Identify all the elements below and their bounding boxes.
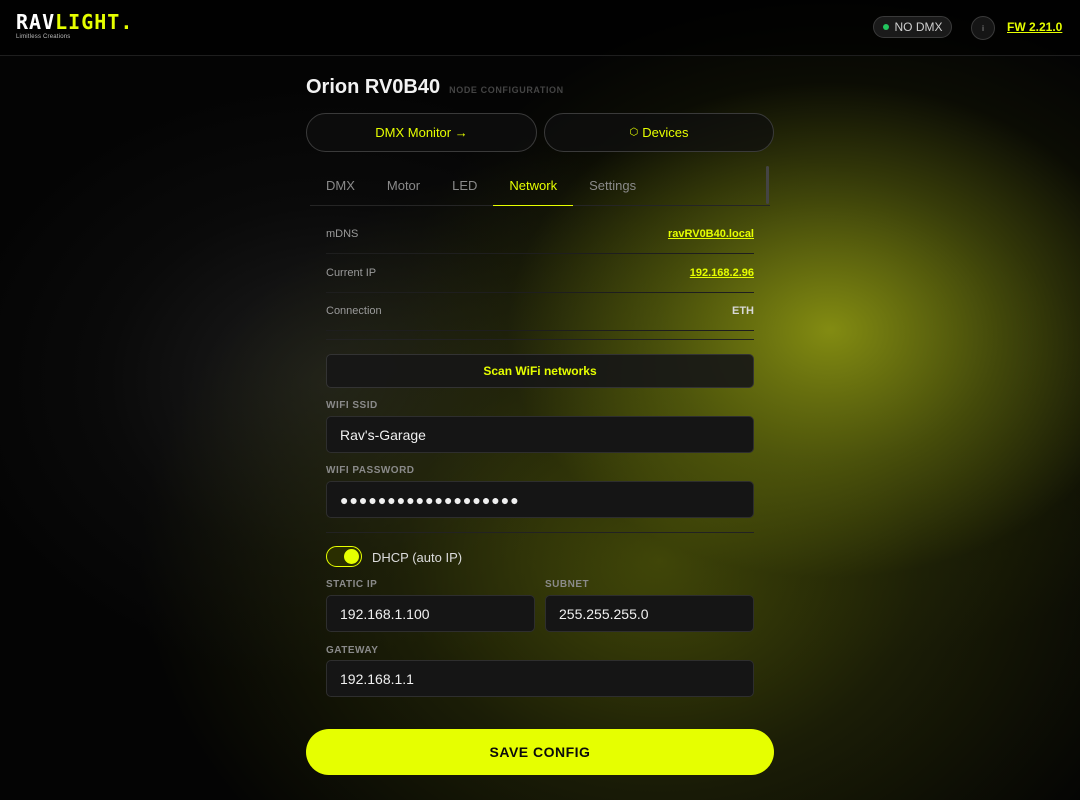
page-title: Orion RV0B40 NODE CONFIGURATION [306, 76, 564, 99]
dhcp-label: DHCP (auto IP) [372, 550, 463, 565]
info-icon: i [982, 23, 984, 33]
section-divider [326, 339, 754, 340]
connection-row: Connection ETH [326, 292, 754, 331]
dmx-status-text: NO DMX [894, 20, 943, 34]
dmx-monitor-button[interactable]: DMX Monitor → [306, 113, 537, 152]
current-ip-link[interactable]: 192.168.2.96 [690, 267, 754, 279]
tab-dmx[interactable]: DMX [310, 168, 371, 206]
subnet-label: SUBNET [545, 579, 590, 590]
wifi-password-label: WIFI PASSWORD [326, 465, 415, 476]
connection-value: ETH [732, 305, 754, 317]
mdns-label: mDNS [326, 228, 359, 240]
section-divider [326, 532, 754, 533]
wifi-ssid-input[interactable]: Rav's-Garage [326, 416, 754, 453]
page-subtitle: NODE CONFIGURATION [449, 85, 564, 95]
firmware-version-link[interactable]: FW 2.21.0 [1007, 20, 1062, 34]
tab-led[interactable]: LED [436, 168, 493, 206]
current-ip-label: Current IP [326, 267, 377, 279]
panel-scrollbar[interactable] [766, 166, 769, 204]
ravlight-logo[interactable]: RAVLIGHT. Limitless Creations [16, 12, 133, 40]
devices-label: Devices [642, 125, 689, 140]
config-tabs: DMX Motor LED Network Settings [310, 168, 770, 206]
dmx-monitor-label: DMX Monitor → [375, 125, 468, 140]
mdns-row: mDNS ravRV0B40.local [326, 215, 754, 254]
logo-text-rav: RAV [16, 10, 56, 34]
current-ip-row: Current IP 192.168.2.96 [326, 254, 754, 293]
gateway-label: GATEWAY [326, 645, 379, 656]
wifi-password-input[interactable]: ●●●●●●●●●●●●●●●●●●● [326, 481, 754, 518]
status-dot-icon [882, 24, 889, 30]
devices-button[interactable]: ⬡ Devices [544, 113, 774, 152]
toggle-knob [344, 549, 359, 564]
info-button[interactable]: i [971, 16, 995, 40]
mdns-link[interactable]: ravRV0B40.local [668, 228, 754, 240]
wifi-ssid-label: WIFI SSID [326, 400, 378, 411]
save-config-button[interactable]: SAVE CONFIG [306, 729, 774, 775]
static-ip-input[interactable]: 192.168.1.100 [326, 595, 535, 632]
node-name: Orion RV0B40 [306, 76, 441, 98]
dmx-status-badge: NO DMX [873, 16, 952, 38]
logo-text-light: LIGHT. [55, 10, 134, 34]
scan-wifi-button[interactable]: Scan WiFi networks [326, 354, 754, 388]
top-bar: RAVLIGHT. Limitless Creations NO DMX i F… [0, 0, 1080, 56]
dhcp-toggle[interactable] [326, 546, 362, 567]
connection-label: Connection [326, 305, 382, 317]
logo-tagline: Limitless Creations [16, 34, 71, 40]
hexagon-icon: ⬡ [629, 127, 639, 138]
static-ip-label: STATIC IP [326, 579, 378, 590]
tab-settings[interactable]: Settings [573, 168, 652, 206]
tab-network[interactable]: Network [493, 168, 574, 206]
tab-motor[interactable]: Motor [371, 168, 436, 206]
subnet-input[interactable]: 255.255.255.0 [545, 595, 754, 632]
gateway-input[interactable]: 192.168.1.1 [326, 660, 754, 697]
